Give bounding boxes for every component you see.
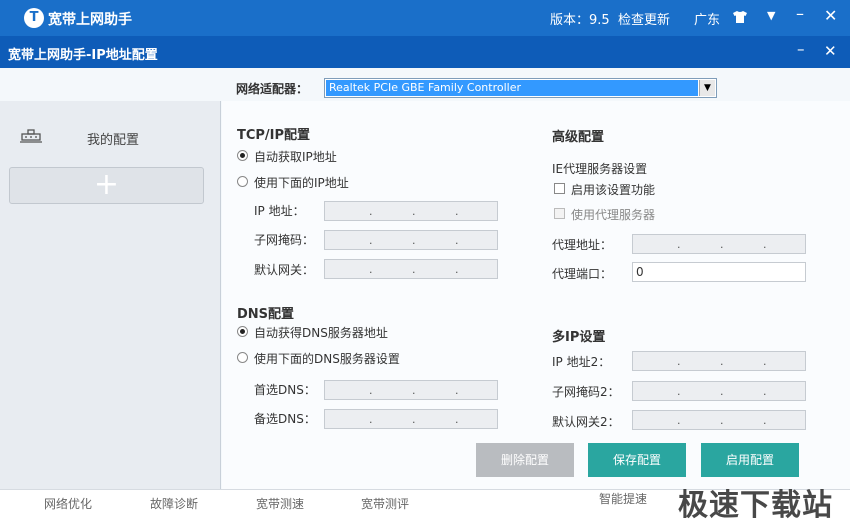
my-config-label[interactable]: 我的配置	[87, 129, 139, 148]
adapter-selected-value: Realtek PCIe GBE Family Controller	[326, 80, 698, 96]
plus-icon: +	[93, 167, 120, 202]
proxy-address-field[interactable]: ...	[632, 234, 806, 254]
nav-broadband-review[interactable]: 宽带测评	[361, 495, 409, 512]
nav-fault-diagnosis[interactable]: 故障诊断	[150, 495, 198, 512]
auto-ip-label[interactable]: 自动获取IP地址	[254, 148, 337, 165]
ip-address-field[interactable]: ...	[324, 201, 498, 221]
manual-dns-label[interactable]: 使用下面的DNS服务器设置	[254, 350, 400, 367]
multi-ip-section-title: 多IP设置	[552, 330, 606, 345]
manual-dns-radio[interactable]	[237, 352, 248, 363]
dialog-minimize-icon[interactable]: –	[797, 40, 805, 58]
use-proxy-checkbox[interactable]	[554, 208, 565, 219]
version-label: 版本：9.5	[550, 13, 610, 28]
proxy-port-label: 代理端口：	[552, 267, 613, 281]
secondary-dns-label: 备选DNS：	[254, 412, 316, 426]
dialog-close-icon[interactable]: ✕	[824, 42, 837, 60]
advanced-section-title: 高级配置	[552, 130, 605, 145]
dns-section-title: DNS配置	[237, 307, 295, 322]
sidebar	[0, 101, 221, 489]
nav-speed-test[interactable]: 宽带测速	[256, 495, 304, 512]
skin-shirt-icon[interactable]	[733, 11, 747, 23]
check-update-link[interactable]: 检查更新	[618, 9, 670, 28]
delete-config-button[interactable]: 删除配置	[476, 443, 574, 477]
close-icon[interactable]: ✕	[824, 6, 837, 25]
mask2-field[interactable]: ...	[632, 381, 806, 401]
watermark: 极速下载站	[678, 488, 833, 523]
mask2-label: 子网掩码2：	[552, 385, 620, 399]
menu-dropdown-icon[interactable]: ▼	[767, 9, 775, 22]
network-device-icon	[20, 129, 42, 143]
auto-ip-radio[interactable]	[237, 150, 248, 161]
adapter-select[interactable]: Realtek PCIe GBE Family Controller ▼	[324, 78, 717, 98]
tcpip-section-title: TCP/IP配置	[237, 128, 311, 143]
enable-setting-label[interactable]: 启用该设置功能	[571, 181, 655, 198]
manual-ip-radio[interactable]	[237, 176, 248, 187]
proxy-address-label: 代理地址：	[552, 238, 613, 252]
auto-dns-radio[interactable]	[237, 326, 248, 337]
ie-proxy-title: IE代理服务器设置	[552, 162, 648, 176]
manual-ip-label[interactable]: 使用下面的IP地址	[254, 174, 349, 191]
ip2-field[interactable]: ...	[632, 351, 806, 371]
region-selector[interactable]: 广东	[694, 9, 720, 28]
app-title-bar: T 宽带上网助手 版本：9.5 检查更新 广东 ▼ – ✕	[0, 0, 850, 36]
add-config-button[interactable]: +	[9, 167, 204, 204]
nav-network-optimize[interactable]: 网络优化	[44, 495, 92, 512]
ip2-label: IP 地址2：	[552, 355, 611, 369]
primary-dns-field[interactable]: ...	[324, 380, 498, 400]
gateway-field[interactable]: ...	[324, 259, 498, 279]
subnet-mask-label: 子网掩码：	[254, 233, 315, 247]
gateway-label: 默认网关：	[254, 263, 315, 277]
ip-address-label: IP 地址：	[254, 204, 305, 218]
proxy-port-field[interactable]: 0	[632, 262, 806, 282]
enable-setting-checkbox[interactable]	[554, 183, 565, 194]
secondary-dns-field[interactable]: ...	[324, 409, 498, 429]
app-logo-icon: T	[24, 8, 44, 28]
dialog-title-bar: 宽带上网助手-IP地址配置 – ✕	[0, 36, 850, 68]
enable-config-button[interactable]: 启用配置	[701, 443, 799, 477]
gateway2-field[interactable]: ...	[632, 410, 806, 430]
auto-dns-label[interactable]: 自动获得DNS服务器地址	[254, 324, 388, 341]
gateway2-label: 默认网关2：	[552, 415, 620, 429]
subnet-mask-field[interactable]: ...	[324, 230, 498, 250]
chevron-down-icon[interactable]: ▼	[699, 80, 715, 96]
dialog-title: 宽带上网助手-IP地址配置	[8, 48, 158, 63]
save-config-button[interactable]: 保存配置	[588, 443, 686, 477]
use-proxy-label: 使用代理服务器	[571, 208, 656, 222]
primary-dns-label: 首选DNS：	[254, 383, 316, 397]
nav-smart-speedup[interactable]: 智能提速	[599, 490, 647, 507]
adapter-label: 网络适配器：	[236, 82, 309, 96]
minimize-icon[interactable]: –	[796, 4, 804, 23]
app-title: 宽带上网助手	[48, 12, 132, 28]
